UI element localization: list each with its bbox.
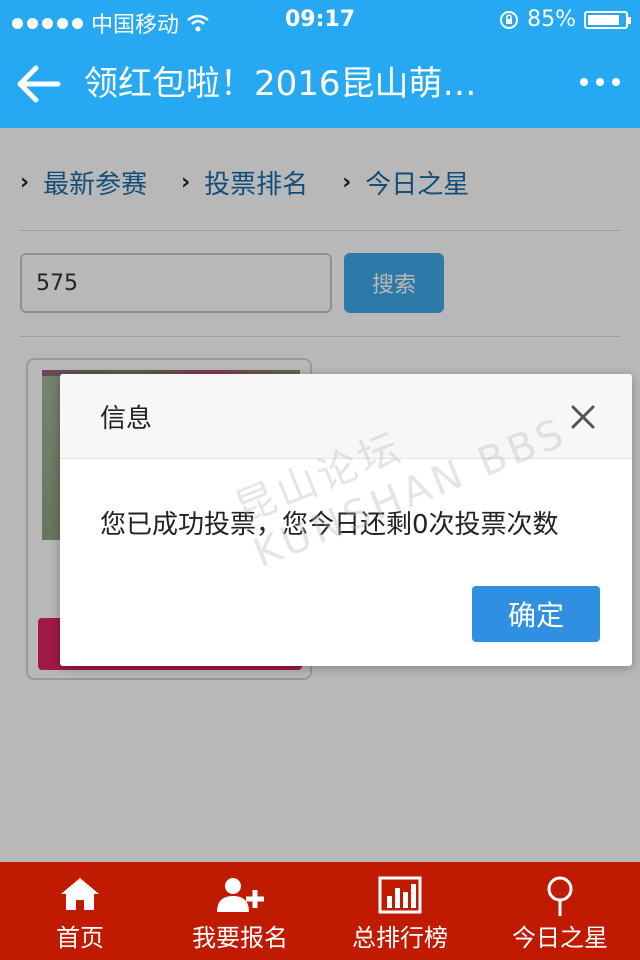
bottom-nav-label: 今日之星 — [512, 924, 608, 952]
dialog-title: 信息 — [100, 404, 153, 434]
bottom-nav-signup[interactable]: 我要报名 — [160, 862, 320, 960]
dialog-header: 信息 — [60, 374, 632, 459]
more-icon[interactable] — [580, 78, 620, 86]
back-arrow-icon[interactable] — [14, 60, 62, 108]
bottom-nav-label: 首页 — [56, 924, 104, 952]
bottom-nav-ranking[interactable]: 总排行榜 — [320, 862, 480, 960]
status-right: 85% — [499, 7, 631, 32]
battery-fill — [588, 14, 619, 25]
dialog-message: 您已成功投票，您今日还剩0次投票次数 — [100, 510, 559, 540]
info-dialog: 信息 您已成功投票，您今日还剩0次投票次数 确定 — [60, 374, 632, 666]
bar-chart-icon — [378, 876, 422, 914]
home-icon — [61, 878, 99, 910]
status-bar: 中国移动 09:17 85% — [0, 0, 640, 40]
bottom-nav: 首页 我要报名 总排行榜 今日之星 — [0, 862, 640, 960]
star-pin-icon — [547, 876, 573, 916]
confirm-button[interactable]: 确定 — [472, 586, 600, 642]
user-add-icon — [217, 878, 264, 912]
page-title: 领红包啦！2016昆山萌… — [84, 64, 477, 104]
nav-bar: 领红包啦！2016昆山萌… — [0, 40, 640, 128]
bottom-nav-label: 我要报名 — [192, 924, 288, 952]
bottom-nav-home[interactable]: 首页 — [0, 862, 160, 960]
battery-percent: 85% — [527, 7, 576, 32]
bottom-nav-star[interactable]: 今日之星 — [480, 862, 640, 960]
rotation-lock-icon — [500, 10, 519, 29]
bottom-nav-label: 总排行榜 — [352, 924, 448, 952]
battery-icon — [584, 10, 631, 29]
close-icon[interactable] — [570, 404, 596, 430]
